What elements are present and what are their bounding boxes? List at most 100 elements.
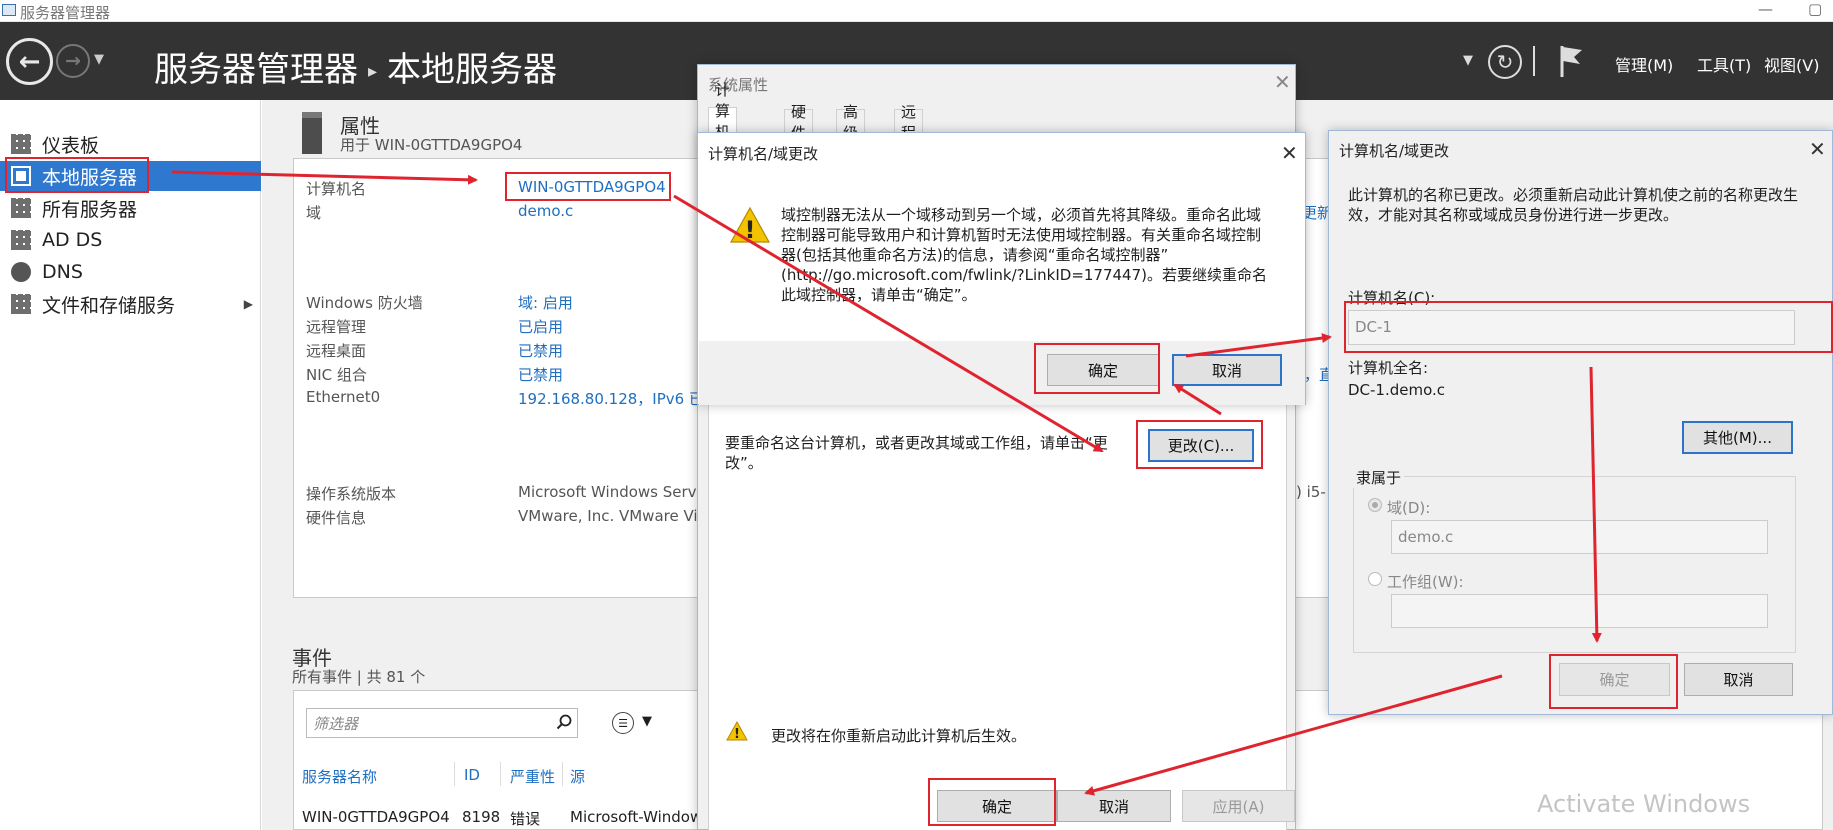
cancel-button[interactable]: 取消 xyxy=(1057,790,1171,822)
domain-link[interactable]: demo.c xyxy=(518,202,573,220)
annotation-box xyxy=(1344,301,1833,353)
event-cell-severity[interactable]: 错误 xyxy=(510,808,540,829)
events-subtitle: 所有事件 | 共 81 个 xyxy=(292,668,426,686)
message-line: 域控制器无法从一个域移动到另一个域，必须首先将其降级。重命名此域 xyxy=(781,206,1262,224)
ethernet-link[interactable]: 192.168.80.128，IPv6 已启 xyxy=(518,388,719,409)
sidebar-item-label: 所有服务器 xyxy=(42,198,138,221)
sidebar-item-dashboard[interactable]: 仪表板 xyxy=(0,129,261,159)
message-line: 器(包括其他重命名方法)的信息，请参阅“重命名域控制器” xyxy=(781,246,1169,264)
full-name-label: 计算机全名: xyxy=(1348,359,1429,377)
filter-input[interactable]: 筛选器 xyxy=(306,708,578,738)
arrow-left-icon: ← xyxy=(18,46,41,77)
message-line: 控制器可能导致用户和计算机暂时无法使用域控制器。有关重命名域控制 xyxy=(781,226,1262,244)
description-line: 效，才能对其名称或域成员身份进行进一步更改。 xyxy=(1348,206,1679,224)
event-cell-id[interactable]: 8198 xyxy=(462,808,500,826)
chevron-right-icon[interactable]: ▶ xyxy=(244,297,253,311)
domain-radio[interactable] xyxy=(1368,498,1382,512)
prop-label: NIC 组合 xyxy=(306,366,367,384)
workgroup-field[interactable] xyxy=(1391,594,1768,628)
menu-manage[interactable]: 管理(M) xyxy=(1615,52,1673,76)
dashboard-icon xyxy=(11,134,31,154)
annotation-box xyxy=(1136,420,1263,469)
firewall-link[interactable]: 域: 启用 xyxy=(518,292,573,313)
menu-view[interactable]: 视图(V) xyxy=(1764,52,1819,76)
header-dropdown-icon[interactable]: ▼ xyxy=(1463,53,1473,68)
apply-button[interactable]: 应用(A) xyxy=(1182,790,1295,822)
rename-description: 此计算机的名称已更改。必须重新启动此计算机使之前的名称更改生 效，才能对其名称或… xyxy=(1348,185,1818,225)
prop-label: 域 xyxy=(306,204,322,222)
event-cell-source[interactable]: Microsoft-Window xyxy=(570,808,702,826)
window-titlebar: 服务器管理器 — ▢ xyxy=(0,0,1833,22)
warning-cancel-button[interactable]: 取消 xyxy=(1172,354,1282,386)
rename-instructions: 要重命名这台计算机，或者更改其域或工作组，请单击“更改”。 xyxy=(725,434,1108,472)
prop-label: Ethernet0 xyxy=(306,388,381,406)
prop-label: 硬件信息 xyxy=(306,509,367,527)
member-of-label: 隶属于 xyxy=(1353,467,1405,488)
column-header-severity[interactable]: 严重性 xyxy=(510,766,555,787)
prop-label: 远程管理 xyxy=(306,318,367,336)
annotation-box xyxy=(1034,343,1160,394)
ad-ds-icon xyxy=(11,230,31,250)
more-button[interactable]: 其他(M)... xyxy=(1682,421,1793,454)
domain-field[interactable]: demo.c xyxy=(1391,520,1768,554)
annotation-box xyxy=(1549,654,1678,709)
column-divider xyxy=(500,762,501,786)
os-version-value: Microsoft Windows Serve xyxy=(518,483,706,501)
prop-fragment: ) i5- xyxy=(1296,483,1326,501)
svg-text:!: ! xyxy=(734,727,740,741)
search-icon[interactable] xyxy=(556,714,572,730)
sidebar-item-all-servers[interactable]: 所有服务器 xyxy=(0,193,261,223)
column-divider xyxy=(454,762,455,786)
warning-message: 域控制器无法从一个域移动到另一个域，必须首先将其降级。重命名此域 控制器可能导致… xyxy=(781,205,1281,305)
back-button[interactable]: ← xyxy=(6,38,53,85)
message-line: 此域控制器，请单击“确定”。 xyxy=(781,286,977,304)
chevron-down-icon[interactable]: ▼ xyxy=(642,714,652,729)
prop-label: Windows 防火墙 xyxy=(306,294,423,312)
properties-subtitle: 用于 WIN-0GTTDA9GPO4 xyxy=(340,136,523,154)
column-header-server[interactable]: 服务器名称 xyxy=(302,766,377,787)
notifications-flag-icon[interactable] xyxy=(1558,44,1584,78)
window-title: 服务器管理器 xyxy=(20,4,111,22)
close-icon[interactable]: ✕ xyxy=(1274,72,1291,92)
tab-computer-name[interactable]: 计算机名 xyxy=(708,81,738,162)
history-dropdown-icon[interactable]: ▼ xyxy=(94,52,104,67)
menu-tools[interactable]: 工具(T) xyxy=(1697,52,1751,76)
message-line: (http://go.microsoft.com/fwlink/?LinkID=… xyxy=(781,266,1267,284)
sidebar-item-file-storage[interactable]: 文件和存储服务 ▶ xyxy=(0,289,261,319)
hardware-info-value: VMware, Inc. VMware Vir xyxy=(518,507,704,525)
breadcrumb-separator-icon: ▸ xyxy=(368,61,378,82)
description-line: 此计算机的名称已更改。必须重新启动此计算机使之前的名称更改生 xyxy=(1348,186,1799,204)
svg-text:!: ! xyxy=(745,216,756,244)
sidebar-item-label: 仪表板 xyxy=(42,134,100,157)
sidebar-item-dns[interactable]: DNS xyxy=(0,257,261,287)
breadcrumb: 服务器管理器 ▸ 本地服务器 xyxy=(154,42,557,91)
app-icon xyxy=(2,4,16,16)
sidebar-item-ad-ds[interactable]: AD DS xyxy=(0,225,261,255)
event-cell-server[interactable]: WIN-0GTTDA9GPO4 xyxy=(302,808,450,826)
rename-cancel-button[interactable]: 取消 xyxy=(1684,663,1793,696)
workgroup-radio-label: 工作组(W): xyxy=(1387,573,1464,591)
arrow-right-icon: → xyxy=(65,50,81,72)
nic-teaming-link[interactable]: 已禁用 xyxy=(518,364,563,385)
list-options-icon[interactable]: ☰ xyxy=(612,712,634,734)
breadcrumb-current: 本地服务器 xyxy=(387,50,558,90)
column-header-id[interactable]: ID xyxy=(464,766,480,784)
forward-button[interactable]: → xyxy=(56,44,90,78)
close-icon[interactable]: ✕ xyxy=(1809,139,1826,159)
workgroup-radio[interactable] xyxy=(1368,572,1382,586)
close-icon[interactable]: ✕ xyxy=(1281,143,1298,163)
column-header-source[interactable]: 源 xyxy=(570,766,585,787)
annotation-box xyxy=(505,172,671,201)
prop-label: 远程桌面 xyxy=(306,342,367,360)
refresh-button[interactable]: ↻ xyxy=(1488,45,1522,79)
restart-warning-text: 更改将在你重新启动此计算机后生效。 xyxy=(771,727,1027,745)
refresh-icon: ↻ xyxy=(1496,50,1514,74)
remote-desktop-link[interactable]: 已禁用 xyxy=(518,340,563,361)
sidebar: 仪表板 本地服务器 所有服务器 AD DS DNS 文件和存储服务 ▶ xyxy=(0,100,261,830)
dns-icon xyxy=(11,262,31,282)
dialog-title: 计算机名/域更改 xyxy=(1339,142,1450,160)
breadcrumb-root[interactable]: 服务器管理器 xyxy=(154,50,358,90)
maximize-button[interactable]: ▢ xyxy=(1808,0,1822,18)
minimize-button[interactable]: — xyxy=(1758,0,1773,18)
remote-management-link[interactable]: 已启用 xyxy=(518,316,563,337)
